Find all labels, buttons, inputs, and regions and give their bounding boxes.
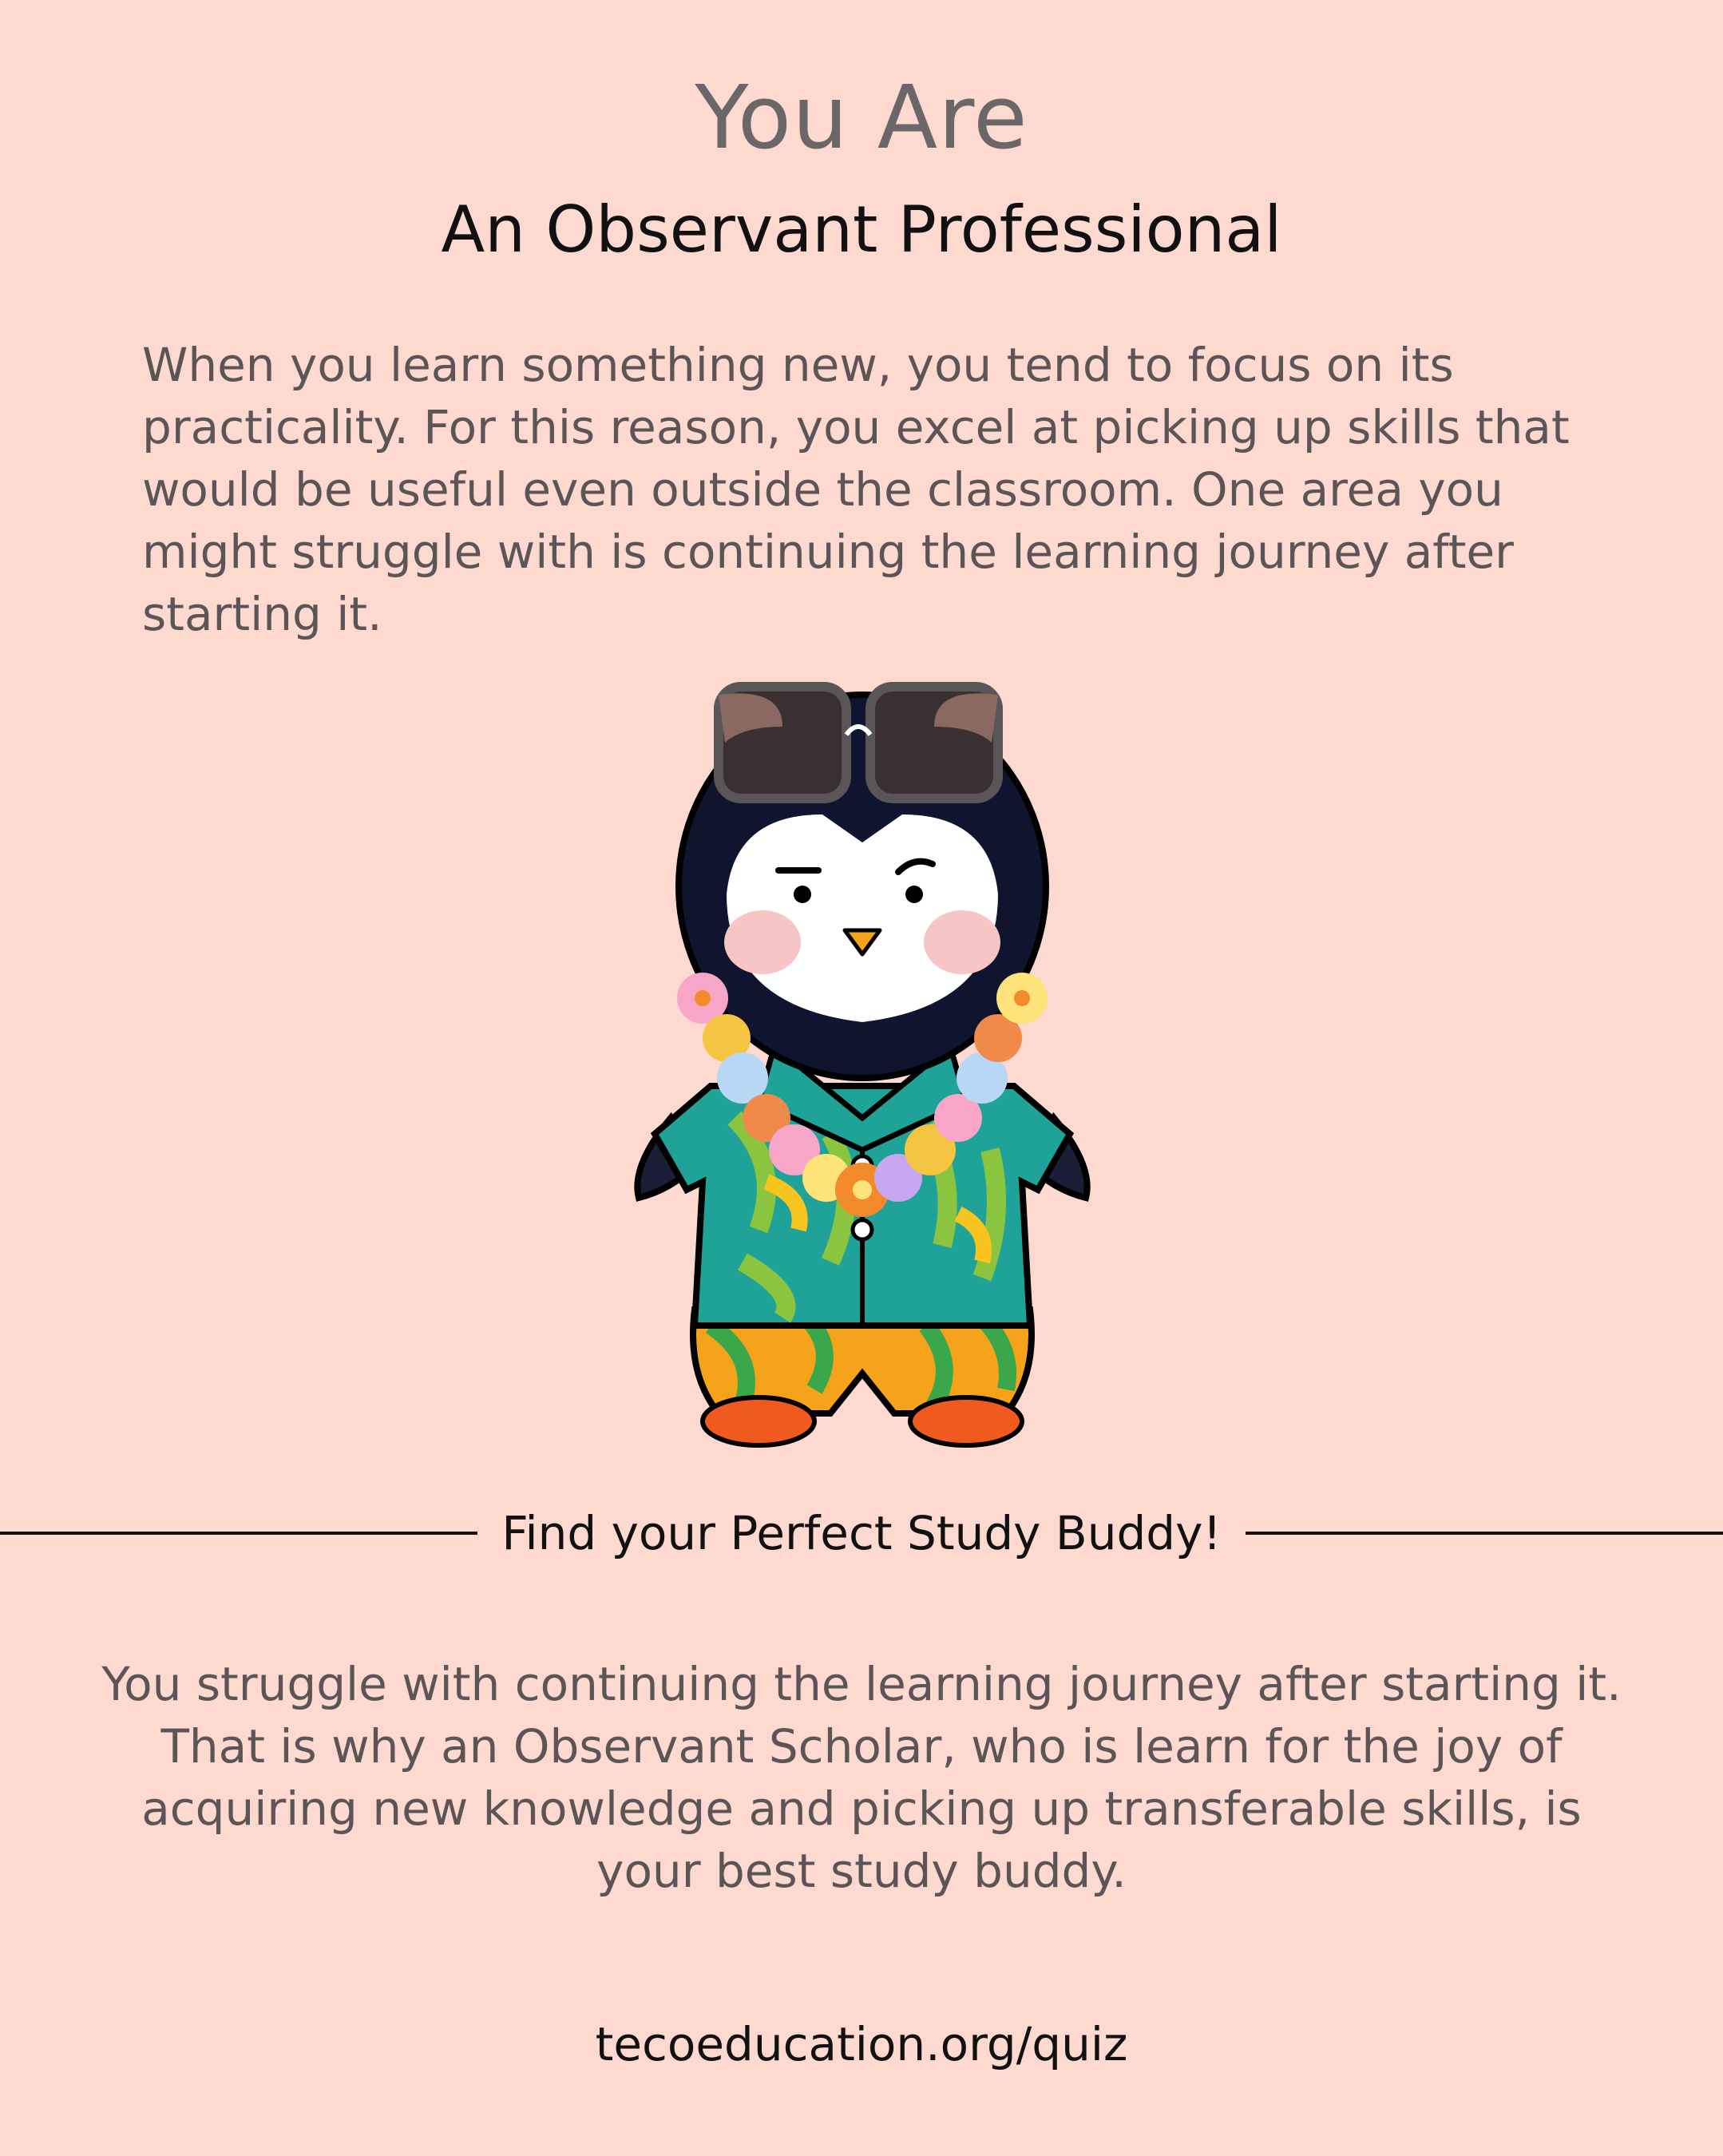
right-foot — [908, 1395, 1024, 1448]
study-buddy-text: You struggle with continuing the learnin… — [101, 1657, 1622, 1898]
result-card: You Are An Observant Professional When y… — [0, 0, 1723, 2156]
result-kicker: You Are — [695, 66, 1028, 168]
result-description: When you learn something new, you tend t… — [142, 338, 1570, 641]
quiz-url-link[interactable]: tecoeducation.org/quiz — [0, 2012, 1723, 2076]
result-title: An Observant Professional — [441, 192, 1282, 267]
section-divider: Find your Perfect Study Buddy! — [0, 1501, 1723, 1565]
divider-line-right — [1245, 1532, 1723, 1535]
divider-label: Find your Perfect Study Buddy! — [501, 1506, 1222, 1560]
left-foot — [700, 1395, 817, 1448]
divider-line-left — [0, 1532, 478, 1535]
penguin-mascot-icon — [634, 682, 1091, 1448]
